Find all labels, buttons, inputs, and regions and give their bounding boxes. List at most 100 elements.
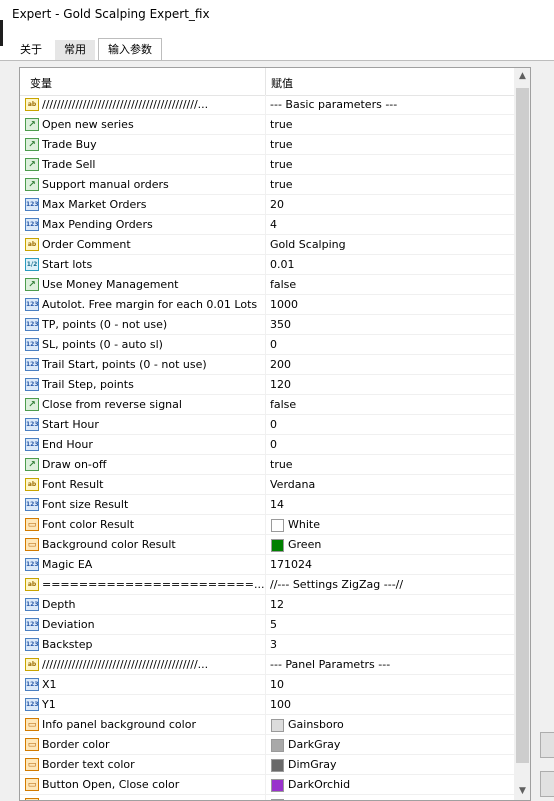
parameter-row[interactable]: ↗ Support manual orders true <box>20 175 514 195</box>
parameter-value[interactable]: --- Basic parameters --- <box>270 98 397 111</box>
parameter-name: TP, points (0 - not use) <box>42 318 168 331</box>
color-swatch[interactable] <box>271 739 284 752</box>
parameter-value[interactable]: DarkOrchid <box>288 778 350 791</box>
parameter-value[interactable]: //--- Settings ZigZag ---// <box>270 578 403 591</box>
tab-common[interactable]: 常用 <box>55 40 95 60</box>
parameter-row[interactable]: 123 Start Hour 0 <box>20 415 514 435</box>
cancel-button[interactable] <box>540 771 554 797</box>
parameter-row[interactable]: ↗ Open new series true <box>20 115 514 135</box>
parameter-value[interactable]: 200 <box>270 358 291 371</box>
parameter-value[interactable]: --- Panel Parametrs --- <box>270 658 390 671</box>
parameter-value[interactable]: Green <box>288 538 321 551</box>
integer-type-icon: 123 <box>25 418 39 431</box>
parameter-row[interactable]: 123 Autolot. Free margin for each 0.01 Lo… <box>20 295 514 315</box>
color-swatch[interactable] <box>271 519 284 532</box>
parameter-row[interactable]: 123 Backstep 3 <box>20 635 514 655</box>
parameter-value[interactable]: 171024 <box>270 558 312 571</box>
parameter-value[interactable]: 100 <box>270 698 291 711</box>
parameter-row[interactable]: 123 Font size Result 14 <box>20 495 514 515</box>
bool-type-icon: ↗ <box>25 118 39 131</box>
parameter-value[interactable]: Verdana <box>270 478 315 491</box>
parameter-value[interactable]: 5 <box>270 618 277 631</box>
parameter-value[interactable]: true <box>270 458 293 471</box>
parameter-name: Max Market Orders <box>42 198 147 211</box>
parameter-value[interactable]: true <box>270 178 293 191</box>
parameter-value[interactable]: true <box>270 118 293 131</box>
parameter-value[interactable]: DimGray <box>288 758 337 771</box>
parameter-row[interactable]: 123 Deviation 5 <box>20 615 514 635</box>
color-swatch[interactable] <box>271 719 284 732</box>
cell-divider <box>265 455 266 475</box>
tab-about[interactable]: 关于 <box>15 40 47 60</box>
parameter-row[interactable]: ▭ Border text color DimGray <box>20 755 514 775</box>
parameter-value[interactable]: false <box>270 278 296 291</box>
parameter-row[interactable]: ▭ Font color Result White <box>20 515 514 535</box>
parameter-value[interactable]: 350 <box>270 318 291 331</box>
scroll-up-icon[interactable]: ▲ <box>514 68 530 85</box>
tab-inputs[interactable]: 输入参数 <box>98 38 162 62</box>
parameter-row[interactable]: ▭ Info panel background color Gainsboro <box>20 715 514 735</box>
parameter-row[interactable]: 123 X1 10 <box>20 675 514 695</box>
parameter-row[interactable]: ↗ Trade Sell true <box>20 155 514 175</box>
parameter-row[interactable]: ab//////////////////////////////////////… <box>20 655 514 675</box>
color-swatch[interactable] <box>271 779 284 792</box>
parameter-row[interactable]: 123 End Hour 0 <box>20 435 514 455</box>
parameter-value[interactable]: White <box>288 518 320 531</box>
bool-type-icon: ↗ <box>25 178 39 191</box>
parameter-row[interactable]: ▭ <box>20 795 514 800</box>
parameter-value[interactable]: 12 <box>270 598 284 611</box>
string-type-icon: ab <box>25 578 39 591</box>
column-header-variable[interactable]: 变量 <box>30 75 52 91</box>
scroll-down-icon[interactable]: ▼ <box>514 783 530 800</box>
parameter-row[interactable]: 123 Trail Step, points 120 <box>20 375 514 395</box>
parameter-value[interactable]: true <box>270 138 293 151</box>
parameter-value[interactable]: 14 <box>270 498 284 511</box>
parameter-value[interactable]: 120 <box>270 378 291 391</box>
parameter-value[interactable]: 4 <box>270 218 277 231</box>
parameter-value[interactable]: true <box>270 158 293 171</box>
parameter-row[interactable]: ab =======================... //--- Settin… <box>20 575 514 595</box>
vertical-scrollbar[interactable]: ▲ ▼ <box>514 68 530 800</box>
parameter-value[interactable]: 0.01 <box>270 258 295 271</box>
parameter-row[interactable]: ▭ Border color DarkGray <box>20 735 514 755</box>
parameter-row[interactable]: 1/2 Start lots 0.01 <box>20 255 514 275</box>
parameter-row[interactable]: 123 Max Market Orders 20 <box>20 195 514 215</box>
parameter-value[interactable]: 10 <box>270 678 284 691</box>
parameter-row[interactable]: ↗ Close from reverse signal false <box>20 395 514 415</box>
parameter-row[interactable]: ▭ Button Open, Close color DarkOrchid <box>20 775 514 795</box>
parameter-row[interactable]: 123 Trail Start, points (0 - not use) 200 <box>20 355 514 375</box>
parameter-name: Magic EA <box>42 558 93 571</box>
parameter-row[interactable]: ↗ Trade Buy true <box>20 135 514 155</box>
ok-button[interactable] <box>540 732 554 758</box>
parameter-value[interactable]: 0 <box>270 338 277 351</box>
parameter-value[interactable]: 3 <box>270 638 277 651</box>
column-header-value[interactable]: 赋值 <box>271 75 293 91</box>
parameter-value[interactable]: Gainsboro <box>288 718 344 731</box>
parameter-row[interactable]: 123 Max Pending Orders 4 <box>20 215 514 235</box>
color-swatch[interactable] <box>271 759 284 772</box>
parameter-name: Start Hour <box>42 418 99 431</box>
parameter-row[interactable]: ab//////////////////////////////////////… <box>20 95 514 115</box>
string-type-icon: ab <box>25 478 39 491</box>
parameter-value[interactable]: DarkGray <box>288 738 340 751</box>
parameter-value[interactable]: false <box>270 398 296 411</box>
parameter-row[interactable]: ab Font Result Verdana <box>20 475 514 495</box>
scroll-thumb[interactable] <box>516 88 529 763</box>
parameter-row[interactable]: ↗ Use Money Management false <box>20 275 514 295</box>
parameter-value[interactable]: Gold Scalping <box>270 238 346 251</box>
parameter-value[interactable]: 1000 <box>270 298 298 311</box>
parameter-row[interactable]: 123 SL, points (0 - auto sl) 0 <box>20 335 514 355</box>
parameter-row[interactable]: 123 Depth 12 <box>20 595 514 615</box>
parameter-row[interactable]: ▭ Background color Result Green <box>20 535 514 555</box>
parameter-row[interactable]: ab Order Comment Gold Scalping <box>20 235 514 255</box>
parameter-name: X1 <box>42 678 57 691</box>
parameter-value[interactable]: 0 <box>270 418 277 431</box>
parameter-row[interactable]: 123 TP, points (0 - not use) 350 <box>20 315 514 335</box>
parameter-row[interactable]: ↗ Draw on-off true <box>20 455 514 475</box>
color-swatch[interactable] <box>271 539 284 552</box>
parameter-value[interactable]: 20 <box>270 198 284 211</box>
parameter-row[interactable]: 123 Y1 100 <box>20 695 514 715</box>
column-divider[interactable] <box>265 68 266 95</box>
parameter-row[interactable]: 123 Magic EA 171024 <box>20 555 514 575</box>
parameter-value[interactable]: 0 <box>270 438 277 451</box>
